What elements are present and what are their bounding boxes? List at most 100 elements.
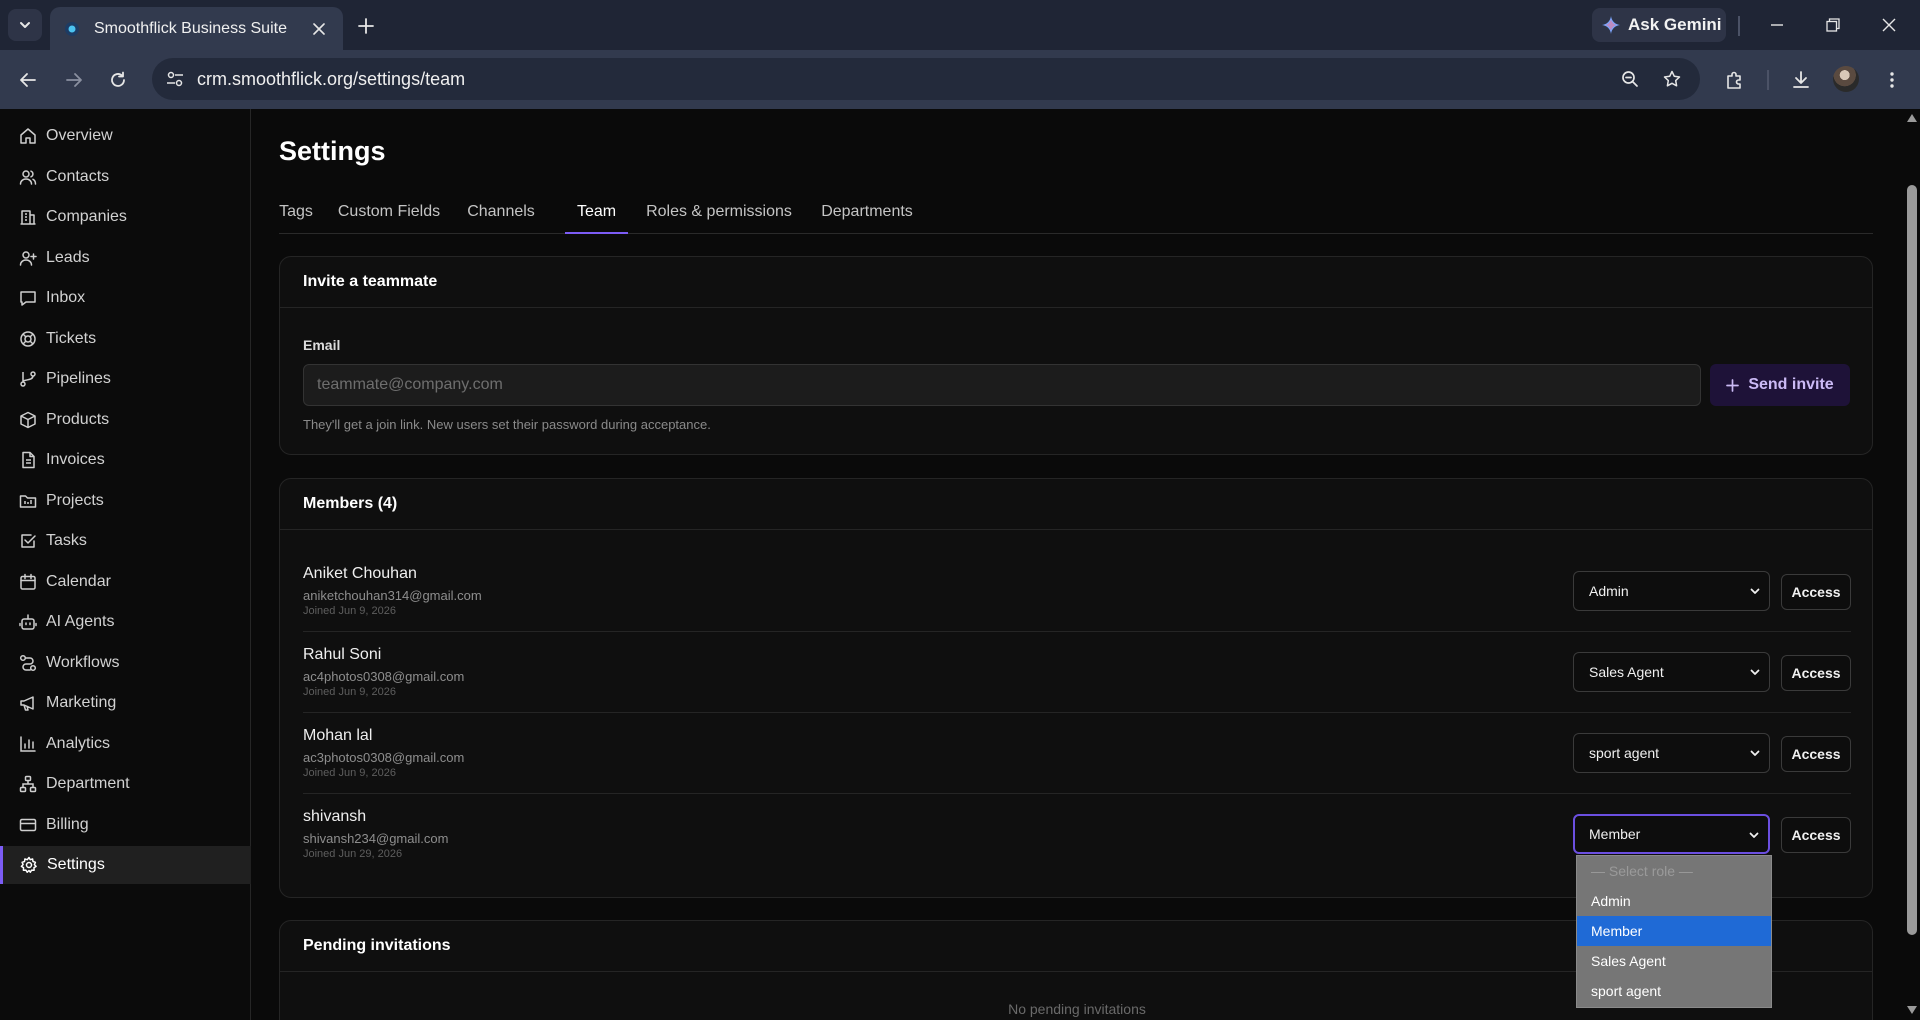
sidebar-item-calendar[interactable]: Calendar xyxy=(0,563,251,601)
reload-button[interactable] xyxy=(102,64,134,96)
download-icon xyxy=(1793,71,1809,88)
dropdown-option-admin[interactable]: Admin xyxy=(1577,886,1771,916)
forward-button[interactable] xyxy=(58,64,90,96)
sidebar-item-projects[interactable]: Projects xyxy=(0,482,251,520)
page-scrollbar[interactable] xyxy=(1904,109,1920,1020)
triangle-up-icon xyxy=(1907,114,1917,122)
sidebar-item-settings[interactable]: Settings xyxy=(0,846,251,884)
plus-icon xyxy=(358,18,374,34)
sidebar-item-label: Calendar xyxy=(46,573,111,590)
downloads-button[interactable] xyxy=(1785,64,1817,96)
sidebar-item-overview[interactable]: Overview xyxy=(0,117,251,155)
browser-tab-active[interactable]: Smoothflick Business Suite xyxy=(50,7,343,50)
email-input[interactable] xyxy=(303,364,1701,406)
dropdown-option-sport-agent[interactable]: sport agent xyxy=(1577,976,1771,1006)
minimize-button[interactable] xyxy=(1759,10,1795,40)
send-invite-button[interactable]: Send invite xyxy=(1710,364,1850,406)
invite-card: Invite a teammate Email Send invite They… xyxy=(279,256,1873,455)
profile-avatar[interactable] xyxy=(1833,66,1859,92)
zoom-out-icon xyxy=(1622,71,1638,87)
lifebuoy-icon xyxy=(20,331,36,347)
building-icon xyxy=(20,210,36,225)
sidebar-item-companies[interactable]: Companies xyxy=(0,198,251,236)
zoom-button[interactable] xyxy=(1617,67,1643,91)
tab-channels[interactable]: Channels xyxy=(465,196,537,234)
role-select-value: Member xyxy=(1589,826,1641,842)
member-email: aniketchouhan314@gmail.com xyxy=(303,588,482,603)
close-window-button[interactable] xyxy=(1871,10,1907,40)
tab-team[interactable]: Team xyxy=(565,196,628,234)
chevron-down-icon xyxy=(1750,669,1760,675)
sidebar-item-department[interactable]: Department xyxy=(0,765,251,803)
member-email: shivansh234@gmail.com xyxy=(303,831,449,846)
sidebar-item-analytics[interactable]: Analytics xyxy=(0,725,251,763)
scroll-down-arrow[interactable] xyxy=(1907,1005,1917,1015)
member-joined-date: Joined Jun 29, 2026 xyxy=(303,848,403,860)
access-button[interactable]: Access xyxy=(1781,655,1851,691)
sidebar-item-workflows[interactable]: Workflows xyxy=(0,644,251,682)
address-bar[interactable]: crm.smoothflick.org/settings/team xyxy=(152,58,1700,100)
role-select[interactable]: Member xyxy=(1573,814,1770,854)
sidebar-item-ai-agents[interactable]: AI Agents xyxy=(0,603,251,641)
member-name: Aniket Chouhan xyxy=(303,565,417,582)
browser-menu-button[interactable] xyxy=(1876,64,1908,96)
back-button[interactable] xyxy=(12,64,44,96)
sidebar-item-label: Tasks xyxy=(46,532,87,549)
sidebar-item-products[interactable]: Products xyxy=(0,401,251,439)
invite-hint: They'll get a join link. New users set t… xyxy=(303,417,711,432)
divider xyxy=(1738,16,1740,36)
access-button[interactable]: Access xyxy=(1781,817,1851,853)
bookmark-button[interactable] xyxy=(1659,67,1685,91)
sidebar-item-pipelines[interactable]: Pipelines xyxy=(0,360,251,398)
dropdown-option-placeholder[interactable]: — Select role — xyxy=(1577,856,1771,886)
home-icon xyxy=(20,128,36,144)
dropdown-option-sales-agent[interactable]: Sales Agent xyxy=(1577,946,1771,976)
new-tab-button[interactable] xyxy=(352,12,380,40)
role-select[interactable]: Sales Agent xyxy=(1573,652,1770,692)
credit-card-icon xyxy=(19,818,37,832)
sidebar-item-contacts[interactable]: Contacts xyxy=(0,158,251,196)
folder-icon xyxy=(19,495,37,508)
dropdown-option-member[interactable]: Member xyxy=(1577,916,1771,946)
sidebar-item-inbox[interactable]: Inbox xyxy=(0,279,251,317)
tab-search-dropdown-button[interactable] xyxy=(8,9,42,41)
sidebar-item-tickets[interactable]: Tickets xyxy=(0,320,251,358)
scroll-up-arrow[interactable] xyxy=(1907,113,1917,123)
sidebar-item-leads[interactable]: Leads xyxy=(0,239,251,277)
member-joined-date: Joined Jun 9, 2026 xyxy=(303,767,396,779)
sidebar-item-tasks[interactable]: Tasks xyxy=(0,522,251,560)
tab-title: Smoothflick Business Suite xyxy=(94,19,287,37)
ask-gemini-button[interactable]: Ask Gemini xyxy=(1592,8,1726,42)
restore-button[interactable] xyxy=(1815,10,1851,40)
tab-close-button[interactable] xyxy=(307,17,331,41)
site-info-button[interactable] xyxy=(162,67,188,91)
extensions-button[interactable] xyxy=(1719,64,1751,96)
browser-toolbar: crm.smoothflick.org/settings/team xyxy=(0,50,1920,109)
access-button[interactable]: Access xyxy=(1781,574,1851,610)
invite-heading: Invite a teammate xyxy=(280,257,1872,308)
close-icon xyxy=(1882,18,1896,32)
divider xyxy=(1767,70,1769,90)
scrollbar-thumb[interactable] xyxy=(1907,185,1917,935)
members-heading: Members (4) xyxy=(280,479,1872,530)
sidebar-item-invoices[interactable]: Invoices xyxy=(0,441,251,479)
sidebar-item-billing[interactable]: Billing xyxy=(0,806,251,844)
tab-departments[interactable]: Departments xyxy=(817,196,917,234)
role-select[interactable]: sport agent xyxy=(1573,733,1770,773)
access-button[interactable]: Access xyxy=(1781,736,1851,772)
sidebar-item-marketing[interactable]: Marketing xyxy=(0,684,251,722)
tab-roles-permissions[interactable]: Roles & permissions xyxy=(644,196,794,234)
tab-custom-fields[interactable]: Custom Fields xyxy=(334,196,444,234)
check-square-icon xyxy=(21,534,36,548)
role-select[interactable]: Admin xyxy=(1573,571,1770,611)
workflow-icon xyxy=(19,654,37,672)
tab-tags[interactable]: Tags xyxy=(279,196,313,234)
role-select-value: Sales Agent xyxy=(1589,664,1664,680)
sidebar-item-label: Department xyxy=(46,775,130,792)
star-icon xyxy=(1663,70,1681,87)
close-icon xyxy=(313,22,325,35)
role-select-value: Admin xyxy=(1589,583,1629,599)
member-name: Rahul Soni xyxy=(303,646,382,663)
gear-icon xyxy=(20,856,37,873)
network-icon xyxy=(19,775,37,793)
